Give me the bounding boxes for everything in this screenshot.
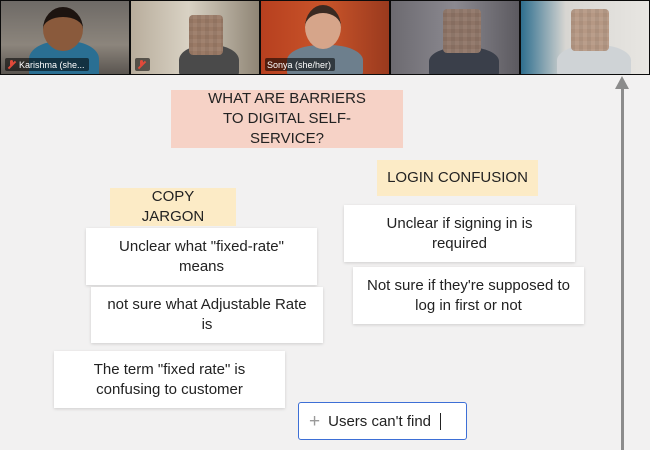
participant-name: Karishma (she... <box>19 59 85 70</box>
participant-tile-4[interactable] <box>391 1 519 74</box>
participant-head-blurred <box>443 9 481 53</box>
participant-tile-2[interactable] <box>131 1 259 74</box>
participant-tile-1[interactable]: Karishma (she... <box>1 1 129 74</box>
participant-head <box>305 5 341 49</box>
sticky-note[interactable]: Unclear if signing in is required <box>344 205 575 262</box>
vertical-arrow-line <box>621 88 624 450</box>
sticky-note[interactable]: The term "fixed rate" is confusing to cu… <box>54 351 285 408</box>
participant-namebar <box>135 58 150 71</box>
new-note-input-text[interactable]: Users can't find <box>328 413 431 430</box>
participant-namebar: Karishma (she... <box>5 58 89 71</box>
mic-muted-icon <box>7 59 16 70</box>
participant-head-blurred <box>189 15 223 55</box>
sticky-note[interactable]: not sure what Adjustable Rate is <box>91 287 323 343</box>
sticky-note[interactable]: Unclear what "fixed-rate" means <box>86 228 317 285</box>
group-header-copy-jargon[interactable]: COPY JARGON <box>110 188 236 226</box>
board-question[interactable]: WHAT ARE BARRIERS TO DIGITAL SELF-SERVIC… <box>171 90 403 148</box>
group-header-login-confusion[interactable]: LOGIN CONFUSION <box>377 160 538 196</box>
plus-icon[interactable]: + <box>309 412 320 431</box>
mic-muted-icon <box>137 59 146 70</box>
participant-head-blurred <box>571 9 609 51</box>
text-caret <box>440 412 442 430</box>
participant-name: Sonya (she/her) <box>267 59 332 70</box>
participant-tile-3[interactable]: Sonya (she/her) <box>261 1 389 74</box>
video-strip: Karishma (she... Sonya (she/her) <box>0 0 650 75</box>
participant-namebar: Sonya (she/her) <box>265 58 336 71</box>
sticky-note[interactable]: Not sure if they're supposed to log in f… <box>353 267 584 324</box>
new-note-input[interactable]: + Users can't find <box>298 402 467 440</box>
participant-head <box>43 7 83 51</box>
participant-tile-5[interactable] <box>521 1 649 74</box>
